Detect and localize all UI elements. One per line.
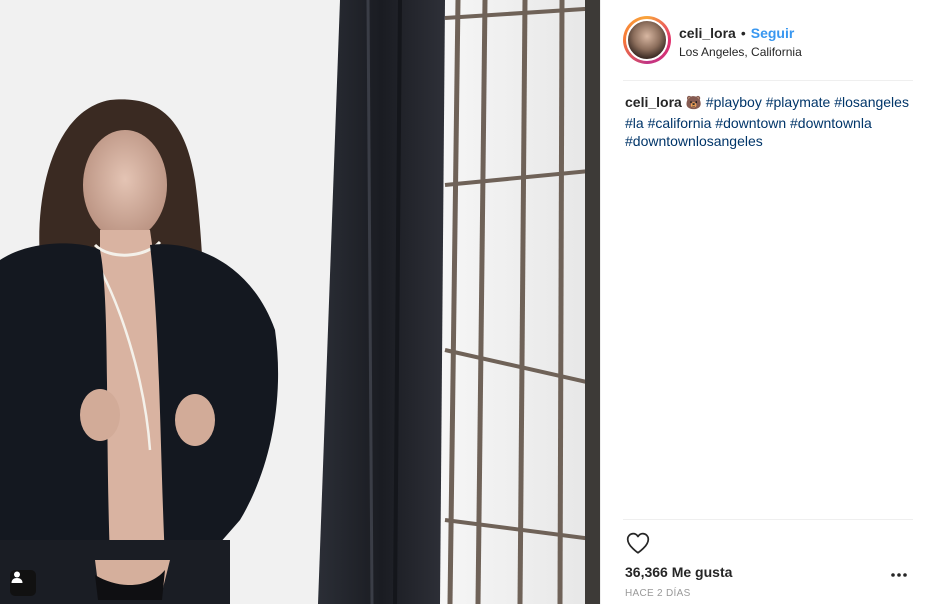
likes-count[interactable]: 36,366 Me gusta xyxy=(625,564,732,580)
hashtag-link[interactable]: #california xyxy=(648,115,712,131)
heart-outline-icon[interactable] xyxy=(625,530,651,556)
hashtag-link[interactable]: #playboy xyxy=(706,94,762,110)
photo-image xyxy=(0,0,600,604)
author-avatar[interactable] xyxy=(623,16,671,64)
post-header: celi_lora • Seguir Los Angeles, Californ… xyxy=(623,16,913,68)
more-options-icon[interactable] xyxy=(889,568,909,582)
author-username[interactable]: celi_lora xyxy=(679,24,736,42)
post-timestamp: HACE 2 DÍAS xyxy=(625,588,691,599)
hashtag-link[interactable]: #downtownlosangeles xyxy=(625,133,763,149)
hashtag-link[interactable]: #la xyxy=(625,115,644,131)
separator-dot: • xyxy=(740,25,746,41)
hashtag-link[interactable]: #playmate xyxy=(766,94,831,110)
hashtag-link[interactable]: #downtown xyxy=(715,115,786,131)
follow-button[interactable]: Seguir xyxy=(751,24,795,42)
post-side-panel: celi_lora • Seguir Los Angeles, Californ… xyxy=(600,0,938,604)
post-location[interactable]: Los Angeles, California xyxy=(679,44,802,60)
post-photo[interactable] xyxy=(0,0,600,604)
avatar-image xyxy=(626,19,668,61)
caption-username[interactable]: celi_lora xyxy=(625,94,682,110)
bear-emoji: 🐻 xyxy=(685,96,702,111)
hashtag-link[interactable]: #downtownla xyxy=(790,115,872,131)
tagged-user-icon[interactable] xyxy=(10,570,36,596)
hashtag-link[interactable]: #losangeles xyxy=(834,94,909,110)
actions-divider xyxy=(623,519,913,520)
post-caption: celi_lora 🐻 #playboy #playmate #losangel… xyxy=(625,93,917,151)
header-divider xyxy=(623,80,913,81)
author-info: celi_lora • Seguir Los Angeles, Californ… xyxy=(679,24,802,60)
